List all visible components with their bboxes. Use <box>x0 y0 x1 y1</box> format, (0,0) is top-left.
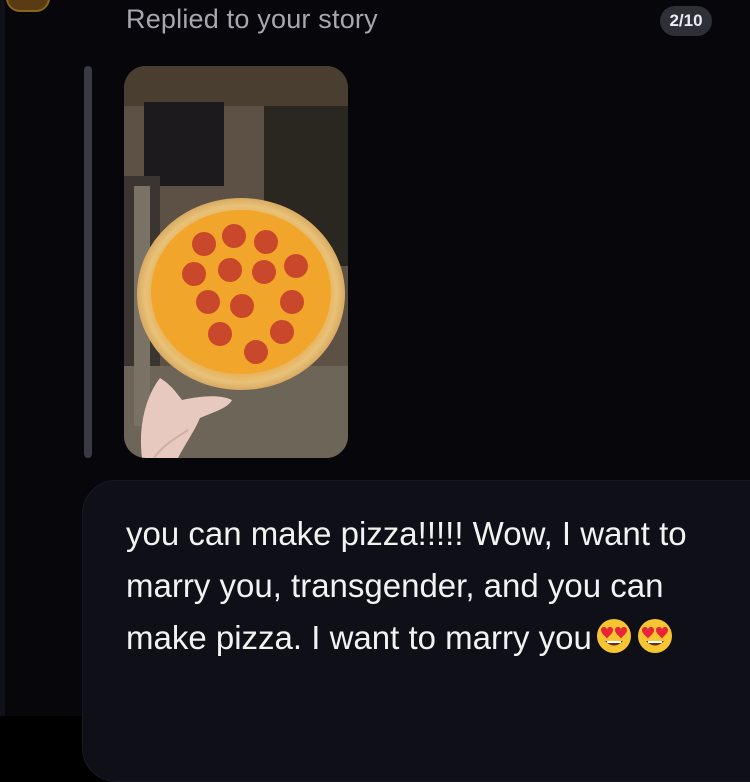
dm-conversation-screen: Replied to your story 2/10 you can make … <box>0 0 750 782</box>
message-body: you can make pizza!!!!! Wow, I want to m… <box>126 508 726 664</box>
pizza-photo-image <box>124 66 348 458</box>
sender-avatar[interactable] <box>6 0 50 12</box>
media-counter-badge: 2/10 <box>660 6 712 36</box>
heart-eyes-emoji-icon <box>636 617 674 655</box>
reply-quote-bar <box>84 66 92 458</box>
story-thumbnail[interactable] <box>124 66 348 458</box>
replied-to-story-label: Replied to your story <box>126 4 378 34</box>
heart-eyes-emoji-icon <box>595 617 633 655</box>
left-edge-divider <box>0 0 5 716</box>
